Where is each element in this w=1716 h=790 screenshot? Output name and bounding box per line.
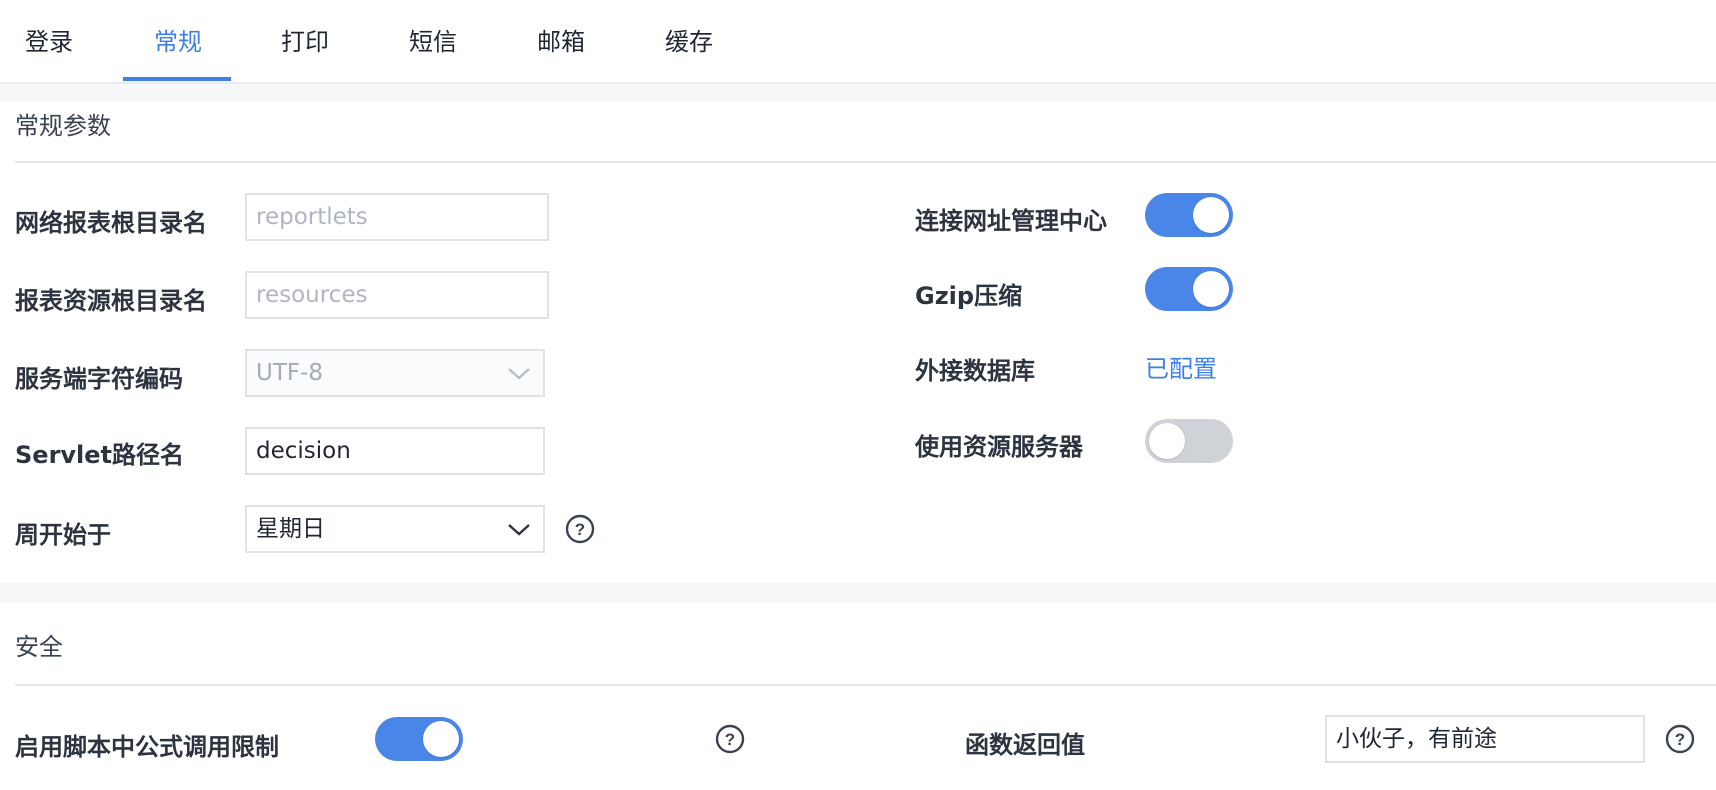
section-divider xyxy=(15,161,1716,163)
toggle-knob xyxy=(1149,423,1185,459)
connect-center-label: 连接网址管理中心 xyxy=(915,207,1107,235)
resource-root-input[interactable]: resources xyxy=(245,271,549,319)
formula-limit-label: 启用脚本中公式调用限制 xyxy=(15,733,279,761)
tab-email[interactable]: 邮箱 xyxy=(537,22,585,62)
week-start-label: 周开始于 xyxy=(15,521,111,549)
resource-server-toggle[interactable] xyxy=(1145,419,1233,463)
section-separator xyxy=(0,583,1716,603)
tab-bar: 登录 常规 打印 短信 邮箱 缓存 xyxy=(0,0,1716,84)
return-value-input[interactable]: 小伙子，有前途 xyxy=(1325,715,1645,763)
week-start-value: 星期日 xyxy=(256,516,325,542)
toggle-knob xyxy=(1193,271,1229,307)
resource-server-label: 使用资源服务器 xyxy=(915,433,1083,461)
web-root-input[interactable]: reportlets xyxy=(245,193,549,241)
svg-text:?: ? xyxy=(1675,730,1685,749)
question-circle-icon[interactable]: ? xyxy=(1665,724,1695,754)
encoding-label: 服务端字符编码 xyxy=(15,365,183,393)
section-separator xyxy=(0,84,1716,102)
toggle-knob xyxy=(423,721,459,757)
servlet-input[interactable]: decision xyxy=(245,427,545,475)
return-value-label: 函数返回值 xyxy=(965,731,1085,759)
web-root-label: 网络报表根目录名 xyxy=(15,209,207,237)
gzip-label: Gzip压缩 xyxy=(915,282,1023,310)
encoding-value: UTF-8 xyxy=(256,360,324,386)
section-title-security: 安全 xyxy=(15,633,63,661)
toggle-knob xyxy=(1193,197,1229,233)
question-circle-icon[interactable]: ? xyxy=(565,514,595,544)
formula-limit-toggle[interactable] xyxy=(375,717,463,761)
tab-cache[interactable]: 缓存 xyxy=(665,22,713,62)
chevron-down-icon xyxy=(508,368,530,380)
tab-sms[interactable]: 短信 xyxy=(409,22,457,62)
external-db-label: 外接数据库 xyxy=(915,357,1035,385)
tab-login[interactable]: 登录 xyxy=(25,22,73,62)
encoding-select: UTF-8 xyxy=(245,349,545,397)
external-db-configured-link[interactable]: 已配置 xyxy=(1145,349,1217,384)
tab-general[interactable]: 常规 xyxy=(154,22,202,62)
active-tab-indicator xyxy=(123,77,231,81)
gzip-toggle[interactable] xyxy=(1145,267,1233,311)
week-start-select[interactable]: 星期日 xyxy=(245,505,545,553)
svg-text:?: ? xyxy=(575,520,585,539)
svg-text:?: ? xyxy=(725,730,735,749)
connect-center-toggle[interactable] xyxy=(1145,193,1233,237)
tab-print[interactable]: 打印 xyxy=(281,22,329,62)
resource-root-label: 报表资源根目录名 xyxy=(15,287,207,315)
section-divider xyxy=(15,684,1716,686)
section-title-general: 常规参数 xyxy=(15,112,111,140)
chevron-down-icon xyxy=(508,524,530,536)
question-circle-icon[interactable]: ? xyxy=(715,724,745,754)
servlet-label: Servlet路径名 xyxy=(15,441,185,469)
